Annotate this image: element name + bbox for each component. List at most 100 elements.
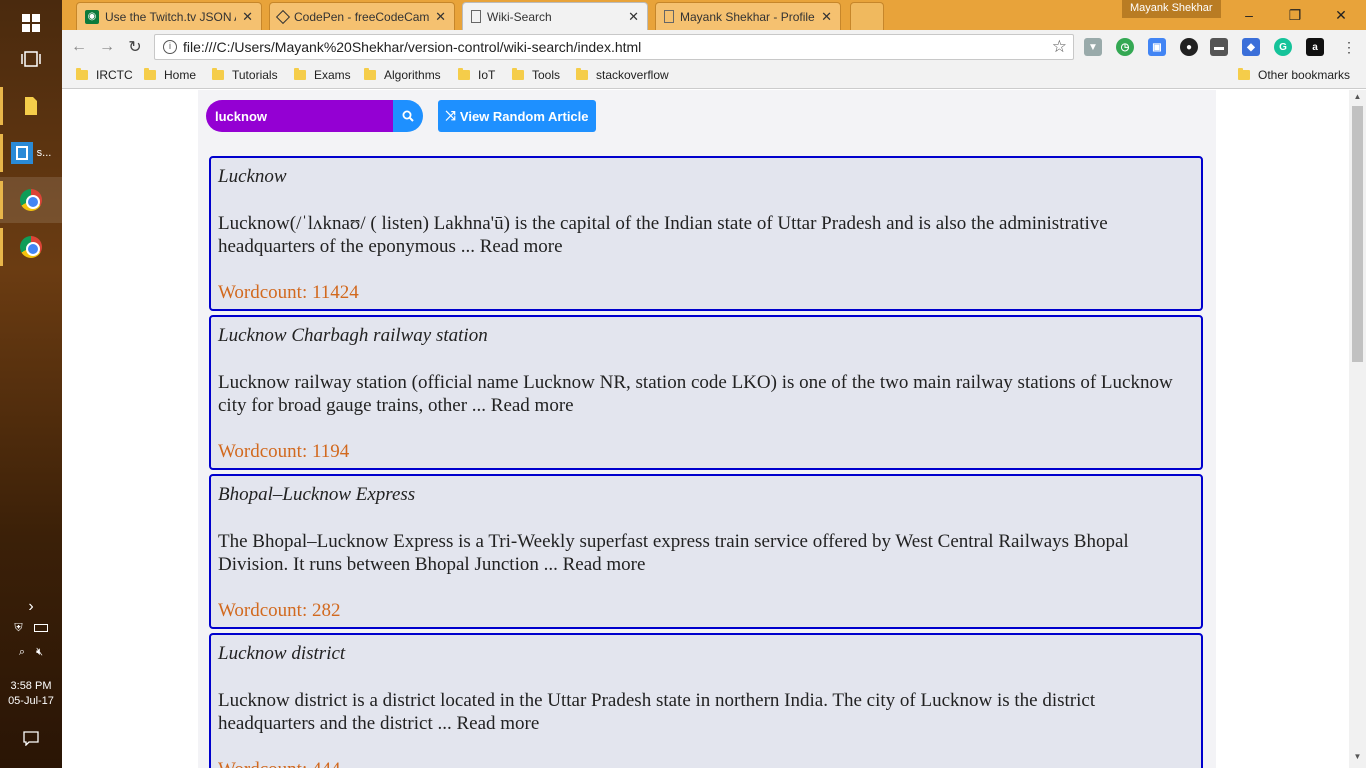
tab-strip: ◉ Use the Twitch.tv JSON A ✕ CodePen - f… bbox=[62, 0, 1366, 30]
scroll-up-icon[interactable]: ▲ bbox=[1349, 92, 1366, 106]
bookmark-star-icon[interactable]: ☆ bbox=[1052, 37, 1067, 57]
result-card[interactable]: Lucknow district Lucknow district is a d… bbox=[209, 633, 1203, 768]
shuffle-icon: ⤨ bbox=[445, 108, 456, 123]
bookmark-item[interactable]: stackoverflow bbox=[576, 68, 669, 82]
forward-arrow-icon[interactable]: → bbox=[96, 36, 118, 58]
translate-extension-icon[interactable]: ▣ bbox=[1148, 38, 1166, 56]
back-arrow-icon[interactable]: ← bbox=[68, 36, 90, 58]
file-icon bbox=[25, 97, 37, 115]
random-article-button[interactable]: ⤨ View Random Article bbox=[438, 100, 596, 132]
bookmark-item[interactable]: IoT bbox=[458, 68, 495, 82]
scrollbar-thumb[interactable] bbox=[1352, 106, 1363, 362]
tab-profile[interactable]: Mayank Shekhar - Profile ✕ bbox=[655, 2, 841, 30]
other-bookmarks[interactable]: Other bookmarks bbox=[1238, 68, 1350, 82]
wifi-icon[interactable]: ⌕ bbox=[19, 646, 25, 658]
minimize-button[interactable]: – bbox=[1226, 0, 1272, 30]
reload-icon[interactable]: ↻ bbox=[124, 36, 146, 58]
profile-button[interactable]: Mayank Shekhar bbox=[1122, 0, 1221, 18]
tab-title: CodePen - freeCodeCam bbox=[294, 9, 430, 24]
action-center-button[interactable] bbox=[0, 730, 62, 749]
search-icon bbox=[402, 110, 414, 122]
show-hidden-icons[interactable]: › bbox=[0, 598, 62, 616]
page-icon bbox=[664, 10, 674, 23]
bookmark-item[interactable]: Tutorials bbox=[212, 68, 278, 82]
result-snippet: Lucknow railway station (official name L… bbox=[218, 372, 1173, 416]
battery-icon[interactable] bbox=[33, 624, 48, 633]
page-icon bbox=[471, 10, 481, 23]
windows-logo-icon bbox=[22, 14, 40, 32]
volume-muted-icon[interactable]: 🔇︎ bbox=[36, 646, 43, 658]
close-tab-icon[interactable]: ✕ bbox=[821, 9, 832, 25]
result-title: Lucknow district bbox=[218, 643, 346, 664]
chrome-icon bbox=[20, 189, 42, 211]
close-tab-icon[interactable]: ✕ bbox=[242, 9, 253, 25]
bookmark-label: IRCTC bbox=[96, 68, 133, 82]
color-extension-icon[interactable]: ● bbox=[1180, 38, 1198, 56]
task-view-button[interactable] bbox=[0, 36, 62, 82]
results-list: Lucknow Lucknow(/ˈlʌknaʊ/ ( listen) Lakh… bbox=[209, 156, 1203, 768]
taskbar-app[interactable]: s... bbox=[0, 130, 62, 176]
scroll-down-icon[interactable]: ▼ bbox=[1349, 752, 1366, 766]
folder-icon bbox=[294, 68, 306, 80]
search-input-value: lucknow bbox=[215, 108, 268, 124]
result-wordcount: Wordcount: 11424 bbox=[218, 282, 359, 303]
result-wordcount: Wordcount: 444 bbox=[218, 759, 340, 768]
result-card[interactable]: Lucknow Lucknow(/ˈlʌknaʊ/ ( listen) Lakh… bbox=[209, 156, 1203, 311]
close-tab-icon[interactable]: ✕ bbox=[628, 9, 639, 25]
tab-wiki-search[interactable]: Wiki-Search ✕ bbox=[462, 2, 648, 30]
tab-title: Wiki-Search bbox=[487, 9, 552, 24]
close-tab-icon[interactable]: ✕ bbox=[435, 9, 446, 25]
bookmark-label: IoT bbox=[478, 68, 496, 82]
result-card[interactable]: Lucknow Charbagh railway station Lucknow… bbox=[209, 315, 1203, 470]
diamond-extension-icon[interactable]: ◆ bbox=[1242, 38, 1260, 56]
restore-button[interactable]: ❐ bbox=[1272, 0, 1318, 30]
address-bar[interactable]: i file:///C:/Users/Mayank%20Shekhar/vers… bbox=[154, 34, 1074, 60]
taskbar-app-label: s... bbox=[36, 147, 52, 159]
tab-title: Mayank Shekhar - Profile bbox=[680, 9, 815, 24]
browser-toolbar: ← → ↻ i file:///C:/Users/Mayank%20Shekha… bbox=[62, 30, 1366, 63]
bookmark-label: Tutorials bbox=[232, 68, 278, 82]
result-card[interactable]: Bhopal–Lucknow Express The Bhopal–Luckno… bbox=[209, 474, 1203, 629]
bookmark-item[interactable]: Tools bbox=[512, 68, 560, 82]
tray-icons-row-1: ⛨ bbox=[0, 622, 62, 635]
result-snippet: The Bhopal–Lucknow Express is a Tri-Week… bbox=[218, 531, 1129, 575]
bookmark-label: stackoverflow bbox=[596, 68, 669, 82]
shield-icon[interactable]: ⛨ bbox=[14, 622, 22, 634]
other-bookmarks-label: Other bookmarks bbox=[1258, 68, 1351, 82]
bookmark-item[interactable]: IRCTC bbox=[76, 68, 133, 82]
result-title: Bhopal–Lucknow Express bbox=[218, 484, 416, 505]
search-input[interactable]: lucknow bbox=[206, 100, 393, 132]
folder-icon bbox=[512, 68, 524, 80]
random-article-label: View Random Article bbox=[459, 108, 589, 124]
browser-window: ◉ Use the Twitch.tv JSON A ✕ CodePen - f… bbox=[62, 0, 1366, 768]
shield-extension-icon[interactable]: ▼ bbox=[1084, 38, 1102, 56]
grammarly-extension-icon[interactable]: G bbox=[1274, 38, 1292, 56]
result-wordcount: Wordcount: 282 bbox=[218, 600, 341, 621]
bookmark-item[interactable]: Exams bbox=[294, 68, 351, 82]
page-scrollbar[interactable]: ▲ ▼ bbox=[1349, 90, 1366, 768]
url-text: file:///C:/Users/Mayank%20Shekhar/versio… bbox=[183, 39, 642, 55]
taskbar-chrome-2[interactable] bbox=[0, 224, 62, 270]
close-window-button[interactable]: ✕ bbox=[1318, 0, 1364, 30]
taskbar-file-explorer[interactable] bbox=[0, 83, 62, 129]
chevron-right-icon: › bbox=[28, 598, 34, 615]
tab-codepen[interactable]: CodePen - freeCodeCam ✕ bbox=[269, 2, 455, 30]
amazon-extension-icon[interactable]: a bbox=[1306, 38, 1324, 56]
incognito-extension-icon[interactable]: ▬ bbox=[1210, 38, 1228, 56]
result-snippet: Lucknow(/ˈlʌknaʊ/ ( listen) Lakhna'ū) is… bbox=[218, 213, 1108, 257]
bookmark-label: Tools bbox=[532, 68, 561, 82]
bookmark-label: Home bbox=[164, 68, 197, 82]
tray-icons-row-2: ⌕ 🔇︎ bbox=[0, 646, 62, 659]
result-title: Lucknow bbox=[218, 166, 287, 187]
folder-icon bbox=[212, 68, 224, 80]
menu-icon[interactable]: ⋮ bbox=[1338, 36, 1360, 58]
clock-extension-icon[interactable]: ◷ bbox=[1116, 38, 1134, 56]
new-tab-button[interactable] bbox=[850, 2, 884, 30]
taskbar-chrome-1[interactable] bbox=[0, 177, 62, 223]
bookmark-item[interactable]: Algorithms bbox=[364, 68, 441, 82]
tab-twitch[interactable]: ◉ Use the Twitch.tv JSON A ✕ bbox=[76, 2, 262, 30]
bookmark-item[interactable]: Home bbox=[144, 68, 196, 82]
info-icon[interactable]: i bbox=[163, 40, 177, 54]
app-icon bbox=[10, 142, 33, 164]
clock[interactable]: 3:58 PM 05-Jul-17 bbox=[0, 680, 62, 707]
